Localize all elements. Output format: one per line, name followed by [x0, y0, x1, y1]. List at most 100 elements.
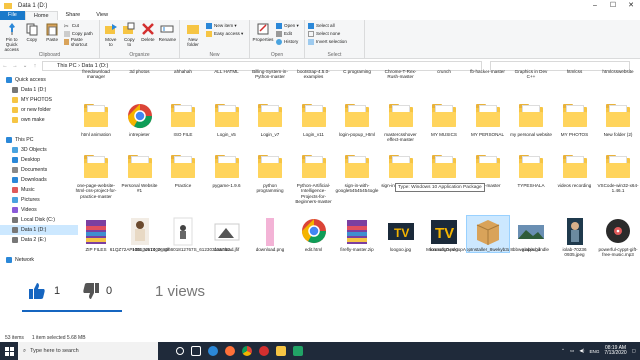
nav-item[interactable]: 3D Objects — [0, 145, 78, 155]
firefox-icon[interactable] — [225, 346, 235, 356]
file-item[interactable]: iolab-70236 0935.jpeg — [554, 216, 596, 258]
folder-item[interactable]: MY MUSICS — [423, 101, 465, 137]
edit-button[interactable]: Edit — [276, 30, 299, 37]
folder-item[interactable]: fb-hacker-master — [467, 69, 509, 74]
network-icon[interactable]: ▭ — [570, 348, 574, 354]
folder-item[interactable]: ISO FILE — [162, 101, 204, 137]
folder-item[interactable]: MY PHOTOS — [554, 101, 596, 137]
invert-selection-button[interactable]: Invert selection — [308, 38, 347, 45]
folder-item[interactable]: 3d photos — [119, 69, 161, 74]
folder-item[interactable]: Python-Artificial-Intelligence-Projects-… — [293, 152, 335, 204]
task-view-icon[interactable] — [191, 346, 201, 356]
folder-item[interactable]: htmlcsswebsite — [597, 69, 639, 74]
edge-icon[interactable] — [208, 346, 218, 356]
cut-button[interactable]: ✂ Cut — [64, 22, 96, 30]
folder-item[interactable]: mastercsshover effect-master — [380, 101, 422, 143]
folder-item[interactable]: ALL HATML — [206, 69, 248, 74]
file-item[interactable]: 106534974_26806601812767S_612303181350..… — [132, 216, 234, 252]
new-item-button[interactable]: New item ▾ — [206, 22, 243, 29]
nav-item[interactable]: This PC — [0, 135, 78, 145]
nav-item[interactable]: Data 1 (D:) — [0, 225, 78, 235]
nav-item[interactable]: own make — [0, 115, 78, 125]
chevron-up-icon[interactable]: ⌃ — [561, 348, 565, 354]
folder-item[interactable]: C programing — [336, 69, 378, 74]
folder-item[interactable]: TYPESHALA — [510, 152, 552, 188]
tab-file[interactable]: File — [0, 11, 25, 20]
folder-item[interactable]: Chrome-T-Rex-Rush-master — [380, 69, 422, 80]
folder-item[interactable]: Personal Website #1 — [119, 152, 161, 194]
folder-item[interactable]: html animation — [75, 101, 117, 137]
folder-item[interactable]: Login_v7 — [249, 101, 291, 137]
folder-item[interactable]: my personal website — [510, 101, 552, 137]
folder-item[interactable]: Billing-System-in-Python-master — [249, 69, 291, 80]
folder-item[interactable]: videos recording — [554, 152, 596, 188]
folder-item[interactable]: Graphics in Dev C++ — [510, 69, 552, 80]
delete-button[interactable]: Delete — [140, 22, 156, 42]
folder-item[interactable]: python programming — [249, 152, 291, 194]
nav-item[interactable]: MY PHOTOS — [0, 95, 78, 105]
new-folder-button[interactable]: New folder — [183, 22, 203, 47]
nav-item[interactable]: Pictures — [0, 195, 78, 205]
folder-item[interactable]: Login_v11 — [293, 101, 335, 137]
folder-item[interactable]: pygame-1.9.6 — [206, 152, 248, 188]
nav-item[interactable]: Music — [0, 185, 78, 195]
cortana-icon[interactable] — [176, 347, 184, 355]
volume-icon[interactable]: ◀) — [579, 348, 584, 354]
nav-item[interactable]: Data 2 (E:) — [0, 235, 78, 245]
move-to-button[interactable]: Move to — [103, 22, 119, 47]
nav-item[interactable]: Videos — [0, 205, 78, 215]
file-explorer-icon[interactable] — [276, 346, 286, 356]
file-item[interactable]: TV loogoo.jpg — [380, 216, 422, 252]
folder-item[interactable]: MY PERSONAL — [467, 101, 509, 137]
nav-item[interactable]: Desktop — [0, 155, 78, 165]
up-arrow-icon[interactable]: ↑ — [30, 63, 40, 69]
folder-item[interactable]: sign-in-with-google54545454ogle — [336, 152, 378, 194]
file-item[interactable]: download.png — [249, 216, 291, 252]
nav-item[interactable]: Downloads — [0, 175, 78, 185]
folder-item[interactable]: bootstrap-4.5.0-examples — [293, 69, 335, 80]
file-item[interactable]: firefly-master.zip — [336, 216, 378, 252]
select-all-button[interactable]: Select all — [308, 22, 347, 29]
file-item[interactable]: globis.gif — [510, 216, 552, 252]
chrome-icon[interactable] — [242, 346, 252, 356]
rename-button[interactable]: Rename — [159, 22, 176, 42]
tab-home[interactable]: Home — [24, 10, 58, 21]
start-button[interactable] — [0, 342, 18, 360]
tab-share[interactable]: Share — [58, 11, 89, 20]
taskbar-search[interactable]: ⌕ Type here to search — [18, 342, 158, 360]
thumbs-up-icon[interactable] — [28, 282, 46, 300]
folder-item[interactable]: Practice — [162, 152, 204, 188]
close-button[interactable]: ✕ — [622, 0, 640, 11]
copy-button[interactable]: Copy — [23, 22, 40, 42]
nav-item[interactable]: Data 1 (D:) — [0, 85, 78, 95]
easy-access-button[interactable]: Easy access ▾ — [206, 30, 243, 37]
maximize-button[interactable]: ☐ — [604, 0, 622, 11]
nav-item[interactable]: or new folder — [0, 105, 78, 115]
minimize-button[interactable]: – — [586, 0, 604, 11]
thumbs-down-icon[interactable] — [82, 282, 100, 300]
back-arrow-icon[interactable]: ← — [0, 63, 10, 69]
forward-arrow-icon[interactable]: → — [10, 63, 20, 69]
open-button[interactable]: Open ▾ — [276, 22, 299, 29]
chevron-down-icon[interactable]: ⌄ — [20, 63, 30, 69]
app-icon[interactable] — [293, 346, 303, 356]
paste-shortcut-button[interactable]: Paste shortcut — [63, 37, 96, 47]
nav-item[interactable]: Local Disk (C:) — [0, 215, 78, 225]
properties-button[interactable]: Properties — [253, 22, 273, 42]
file-item[interactable]: download.jfif — [206, 216, 248, 252]
pin-button[interactable]: Pin to Quick access — [3, 22, 20, 52]
paste-button[interactable]: Paste — [44, 22, 61, 42]
language-indicator[interactable]: ENG — [589, 349, 599, 354]
folder-item[interactable]: ahhahah — [162, 69, 204, 74]
folder-item[interactable]: New folder (2) — [597, 101, 639, 137]
folder-item[interactable]: VSCode-win32-x64-1.46.1 — [597, 152, 639, 194]
nav-item[interactable]: Documents — [0, 165, 78, 175]
folder-item[interactable]: htmlcss — [554, 69, 596, 74]
copy-to-button[interactable]: Copy to — [122, 22, 138, 47]
folder-item[interactable]: Login_v5 — [206, 101, 248, 137]
file-item[interactable]: intrepieter — [119, 101, 161, 137]
nav-item[interactable]: Quick access — [0, 75, 78, 85]
file-item[interactable]: Microsoft.DesktopAppInstaller_8wekyb3d8b… — [426, 214, 549, 254]
tab-view[interactable]: View — [88, 11, 116, 20]
notification-icon[interactable]: ▢ — [632, 348, 636, 354]
